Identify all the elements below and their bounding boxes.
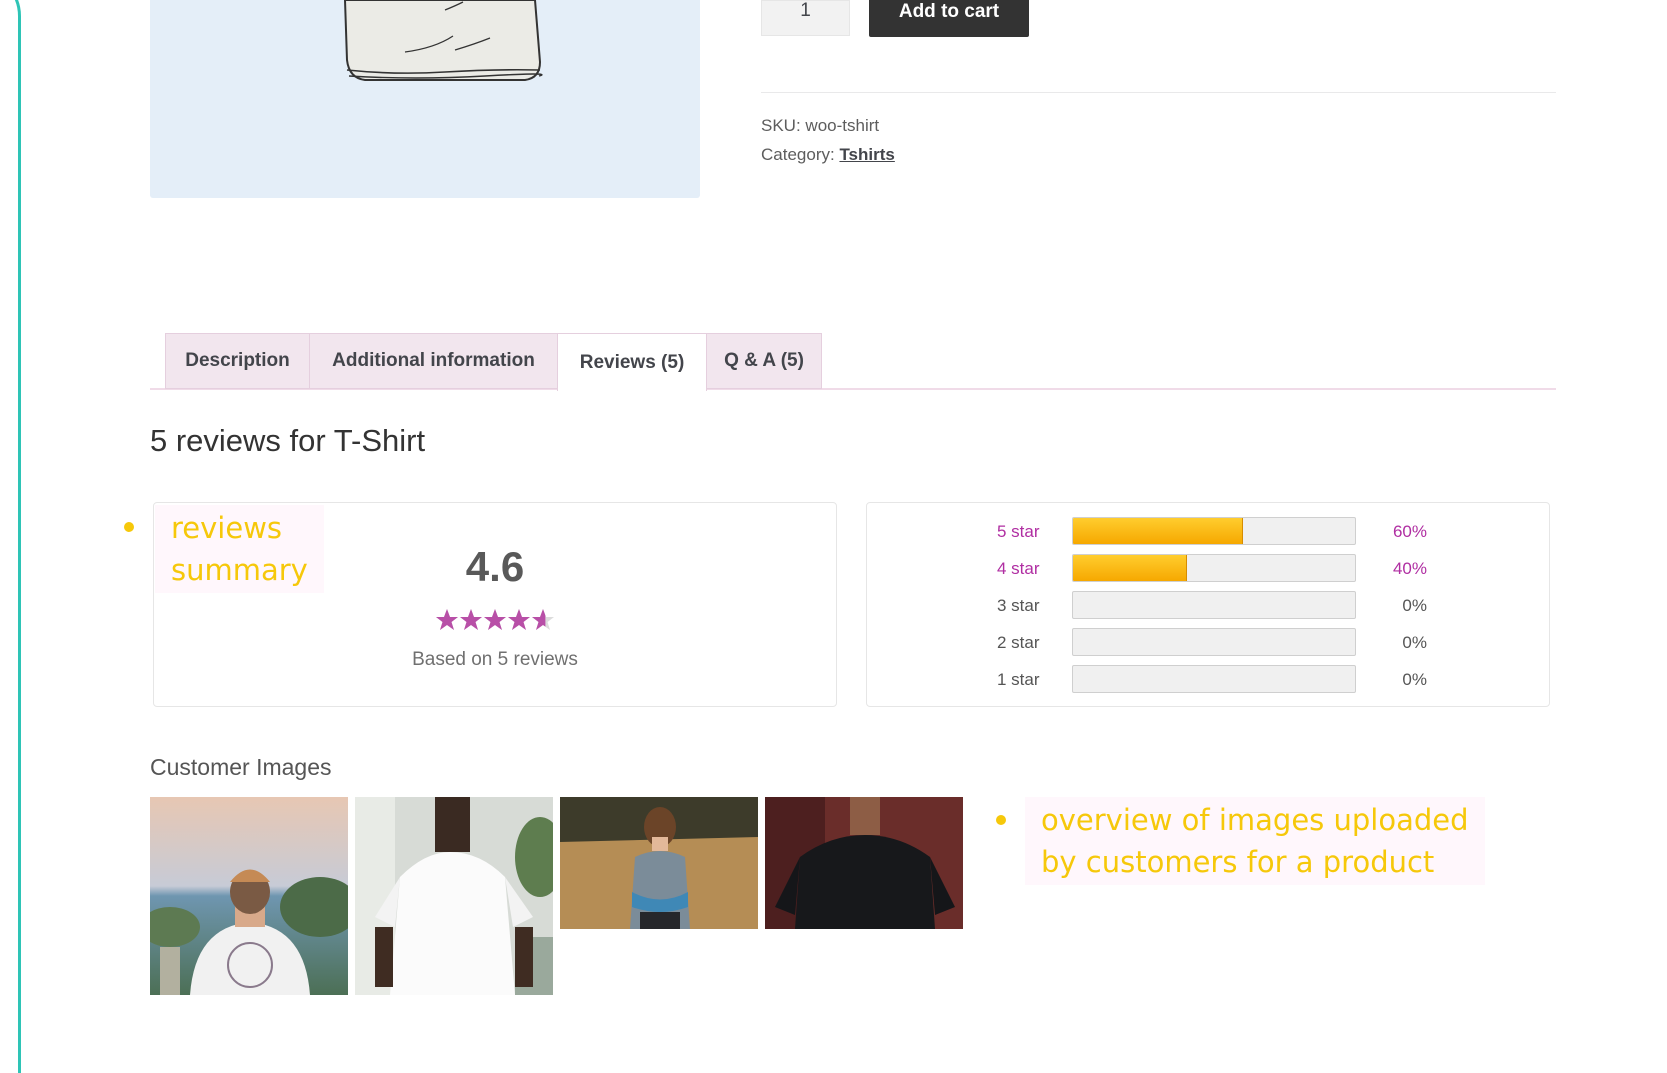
rating-label[interactable]: 5 star — [997, 522, 1040, 542]
rating-bar-fill — [1073, 518, 1244, 544]
quantity-input[interactable]: 1 — [761, 0, 850, 36]
tshirt-illustration — [343, 0, 543, 81]
category-line: Category: Tshirts — [761, 145, 895, 165]
rating-percent: 60% — [1392, 522, 1427, 541]
customer-image[interactable] — [355, 797, 553, 995]
rating-row-2: 2 star 0% — [867, 628, 1549, 658]
rating-percent: 0% — [1402, 633, 1427, 652]
tab-additional-information[interactable]: Additional information — [309, 333, 558, 389]
rating-bar — [1072, 665, 1356, 693]
rating-label[interactable]: 4 star — [997, 559, 1040, 579]
callout-customer-images: overview of images uploaded by customers… — [1025, 797, 1485, 885]
rating-row-3: 3 star 0% — [867, 591, 1549, 621]
divider — [761, 92, 1556, 93]
customer-image-2 — [355, 797, 553, 995]
customer-images-heading: Customer Images — [150, 754, 332, 780]
page-edge-decoration — [0, 0, 21, 1073]
rating-percent: 0% — [1402, 596, 1427, 615]
rating-row-1: 1 star 0% — [867, 665, 1549, 695]
rating-bar — [1072, 628, 1356, 656]
rating-row-4[interactable]: 4 star 40% — [867, 554, 1549, 584]
product-image[interactable] — [150, 0, 700, 198]
rating-bar — [1072, 517, 1356, 545]
reviews-heading: 5 reviews for T-Shirt — [150, 423, 426, 458]
sku-label: SKU: — [761, 116, 801, 135]
customer-image[interactable] — [765, 797, 963, 929]
customer-image-4 — [765, 797, 963, 929]
rating-label: 1 star — [997, 670, 1040, 689]
rating-bar-fill — [1073, 555, 1187, 581]
based-on-count: Based on 5 reviews — [412, 649, 578, 670]
tab-qa[interactable]: Q & A (5) — [706, 333, 822, 389]
rating-percent: 0% — [1402, 670, 1427, 689]
tab-description[interactable]: Description — [165, 333, 310, 389]
star-rating — [154, 608, 836, 639]
callout-reviews-summary: reviews summary — [155, 505, 324, 593]
add-to-cart-button[interactable]: Add to cart — [869, 0, 1029, 37]
sku-value: woo-tshirt — [805, 116, 880, 135]
rating-row-5[interactable]: 5 star 60% — [867, 517, 1549, 547]
tab-reviews[interactable]: Reviews (5) — [557, 333, 707, 391]
callout-bullet — [996, 815, 1006, 825]
callout-bullet — [124, 522, 134, 532]
rating-breakdown-panel: 5 star 60% 4 star 40% 3 star 0% 2 star 0… — [866, 502, 1550, 707]
rating-bar — [1072, 591, 1356, 619]
customer-image-1 — [150, 797, 348, 995]
customer-image[interactable] — [560, 797, 758, 929]
rating-label: 2 star — [997, 633, 1040, 652]
rating-bar — [1072, 554, 1356, 582]
customer-image[interactable] — [150, 797, 348, 995]
sku-line: SKU: woo-tshirt — [761, 116, 879, 136]
customer-image-3 — [560, 797, 758, 929]
category-label: Category: — [761, 145, 835, 164]
category-link[interactable]: Tshirts — [839, 145, 894, 164]
rating-percent: 40% — [1392, 559, 1427, 578]
star-rating-icon — [436, 609, 554, 630]
rating-label: 3 star — [997, 596, 1040, 615]
